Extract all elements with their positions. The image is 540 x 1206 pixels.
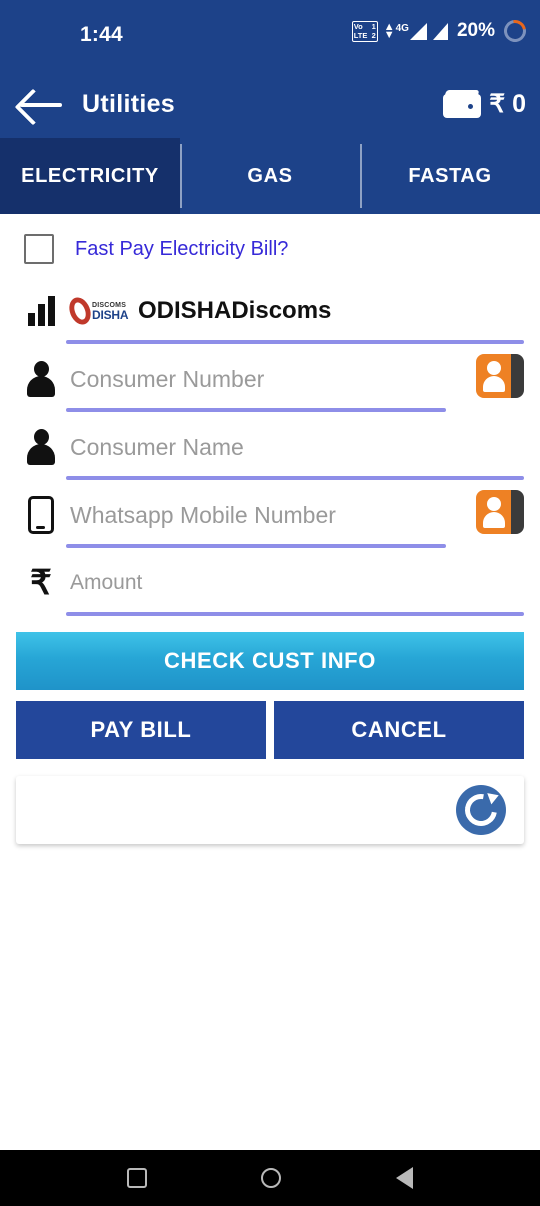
phone-icon — [16, 486, 66, 544]
person-icon — [16, 418, 66, 476]
person-icon — [16, 350, 66, 408]
operator-field[interactable]: DISCOMS DISHA ODISHADiscoms — [16, 282, 524, 344]
lte-label: LTE — [353, 31, 368, 40]
signal-triangle-icon — [409, 22, 427, 40]
odisha-discoms-logo-icon: DISCOMS DISHA — [65, 294, 129, 328]
volte-label-top: Vo — [353, 22, 363, 31]
network-type-label: 4G — [395, 22, 409, 34]
operator-value-row: DISCOMS DISHA ODISHADiscoms — [65, 282, 524, 340]
tab-bar: ELECTRICITY GAS FASTAG — [0, 138, 540, 214]
consumer-name-field[interactable]: Consumer Name — [16, 418, 524, 480]
cancel-button[interactable]: CANCEL — [274, 701, 524, 759]
tab-electricity[interactable]: ELECTRICITY — [0, 138, 180, 214]
amount-underline — [66, 612, 524, 616]
app-bar: Utilities ₹ 0 — [0, 70, 540, 138]
check-cust-info-button[interactable]: CHECK CUST INFO — [16, 632, 524, 690]
volte-sim2-label: 2 — [371, 31, 376, 40]
refresh-card — [16, 776, 524, 844]
whatsapp-mobile-number-field[interactable]: Whatsapp Mobile Number — [16, 486, 524, 548]
fast-pay-label: Fast Pay Electricity Bill? — [75, 237, 289, 260]
android-navigation-bar — [0, 1150, 540, 1206]
wallet-balance[interactable]: ₹ 0 — [443, 89, 526, 119]
status-bar-icons: Vo 1 LTE 2 ▲ ▼ 4G 20% — [351, 15, 531, 47]
triangle-back-icon[interactable] — [395, 1167, 413, 1189]
main-content: Fast Pay Electricity Bill? DISCOMS DISHA… — [0, 214, 540, 844]
fast-pay-row[interactable]: Fast Pay Electricity Bill? — [16, 214, 524, 276]
contact-person-icon — [476, 354, 511, 398]
tab-electricity-label: ELECTRICITY — [21, 164, 159, 187]
operator-name-label: ODISHADiscoms — [138, 297, 332, 324]
pay-bill-button[interactable]: PAY BILL — [16, 701, 266, 759]
signal-bars-icon — [16, 282, 66, 340]
consumer-name-underline — [66, 476, 524, 480]
consumer-number-placeholder[interactable]: Consumer Number — [66, 350, 524, 408]
consumer-name-placeholder[interactable]: Consumer Name — [66, 418, 524, 476]
tab-gas[interactable]: GAS — [180, 138, 360, 214]
volte-sim1-label: 1 — [371, 22, 376, 31]
contact-person-icon — [476, 490, 511, 534]
amount-field[interactable]: ₹ Amount — [16, 554, 524, 616]
circle-home-icon[interactable] — [261, 1168, 282, 1188]
contact-picker-button-consumer-number[interactable] — [476, 354, 524, 398]
whatsapp-mobile-number-underline — [66, 544, 447, 548]
data-transfer-arrows-icon: ▲ ▼ — [383, 20, 395, 41]
action-button-row: PAY BILL CANCEL — [16, 701, 524, 759]
tab-fastag[interactable]: FASTAG — [360, 138, 540, 214]
back-arrow-icon[interactable] — [16, 84, 64, 124]
wallet-icon — [443, 90, 482, 118]
amount-placeholder[interactable]: Amount — [66, 554, 524, 612]
volte-dual-sim-icon: Vo 1 LTE 2 — [351, 20, 378, 42]
whatsapp-mobile-number-placeholder[interactable]: Whatsapp Mobile Number — [66, 486, 524, 544]
status-bar: 1:44 Vo 1 LTE 2 ▲ ▼ 4G 20% — [0, 0, 540, 70]
tab-gas-label: GAS — [247, 164, 293, 187]
status-bar-time: 1:44 — [80, 23, 123, 46]
consumer-number-field[interactable]: Consumer Number — [16, 350, 524, 412]
signal-sim1-icon: ▲ ▼ 4G — [383, 20, 427, 41]
signal-sim2-icon — [432, 22, 448, 40]
rupee-icon: ₹ — [30, 564, 52, 602]
tab-fastag-label: FASTAG — [408, 164, 492, 187]
battery-ring-icon — [499, 15, 531, 47]
logo-bottom-text: DISHA — [92, 307, 129, 322]
refresh-icon[interactable] — [456, 785, 506, 835]
contact-picker-button-whatsapp[interactable] — [476, 490, 524, 534]
operator-underline — [66, 340, 524, 344]
wallet-amount-label: ₹ 0 — [489, 90, 526, 118]
consumer-number-underline — [66, 408, 447, 412]
square-recents-icon[interactable] — [127, 1168, 148, 1188]
fast-pay-checkbox[interactable] — [24, 234, 54, 264]
battery-percent-label: 20% — [456, 20, 495, 41]
page-title: Utilities — [82, 89, 175, 118]
